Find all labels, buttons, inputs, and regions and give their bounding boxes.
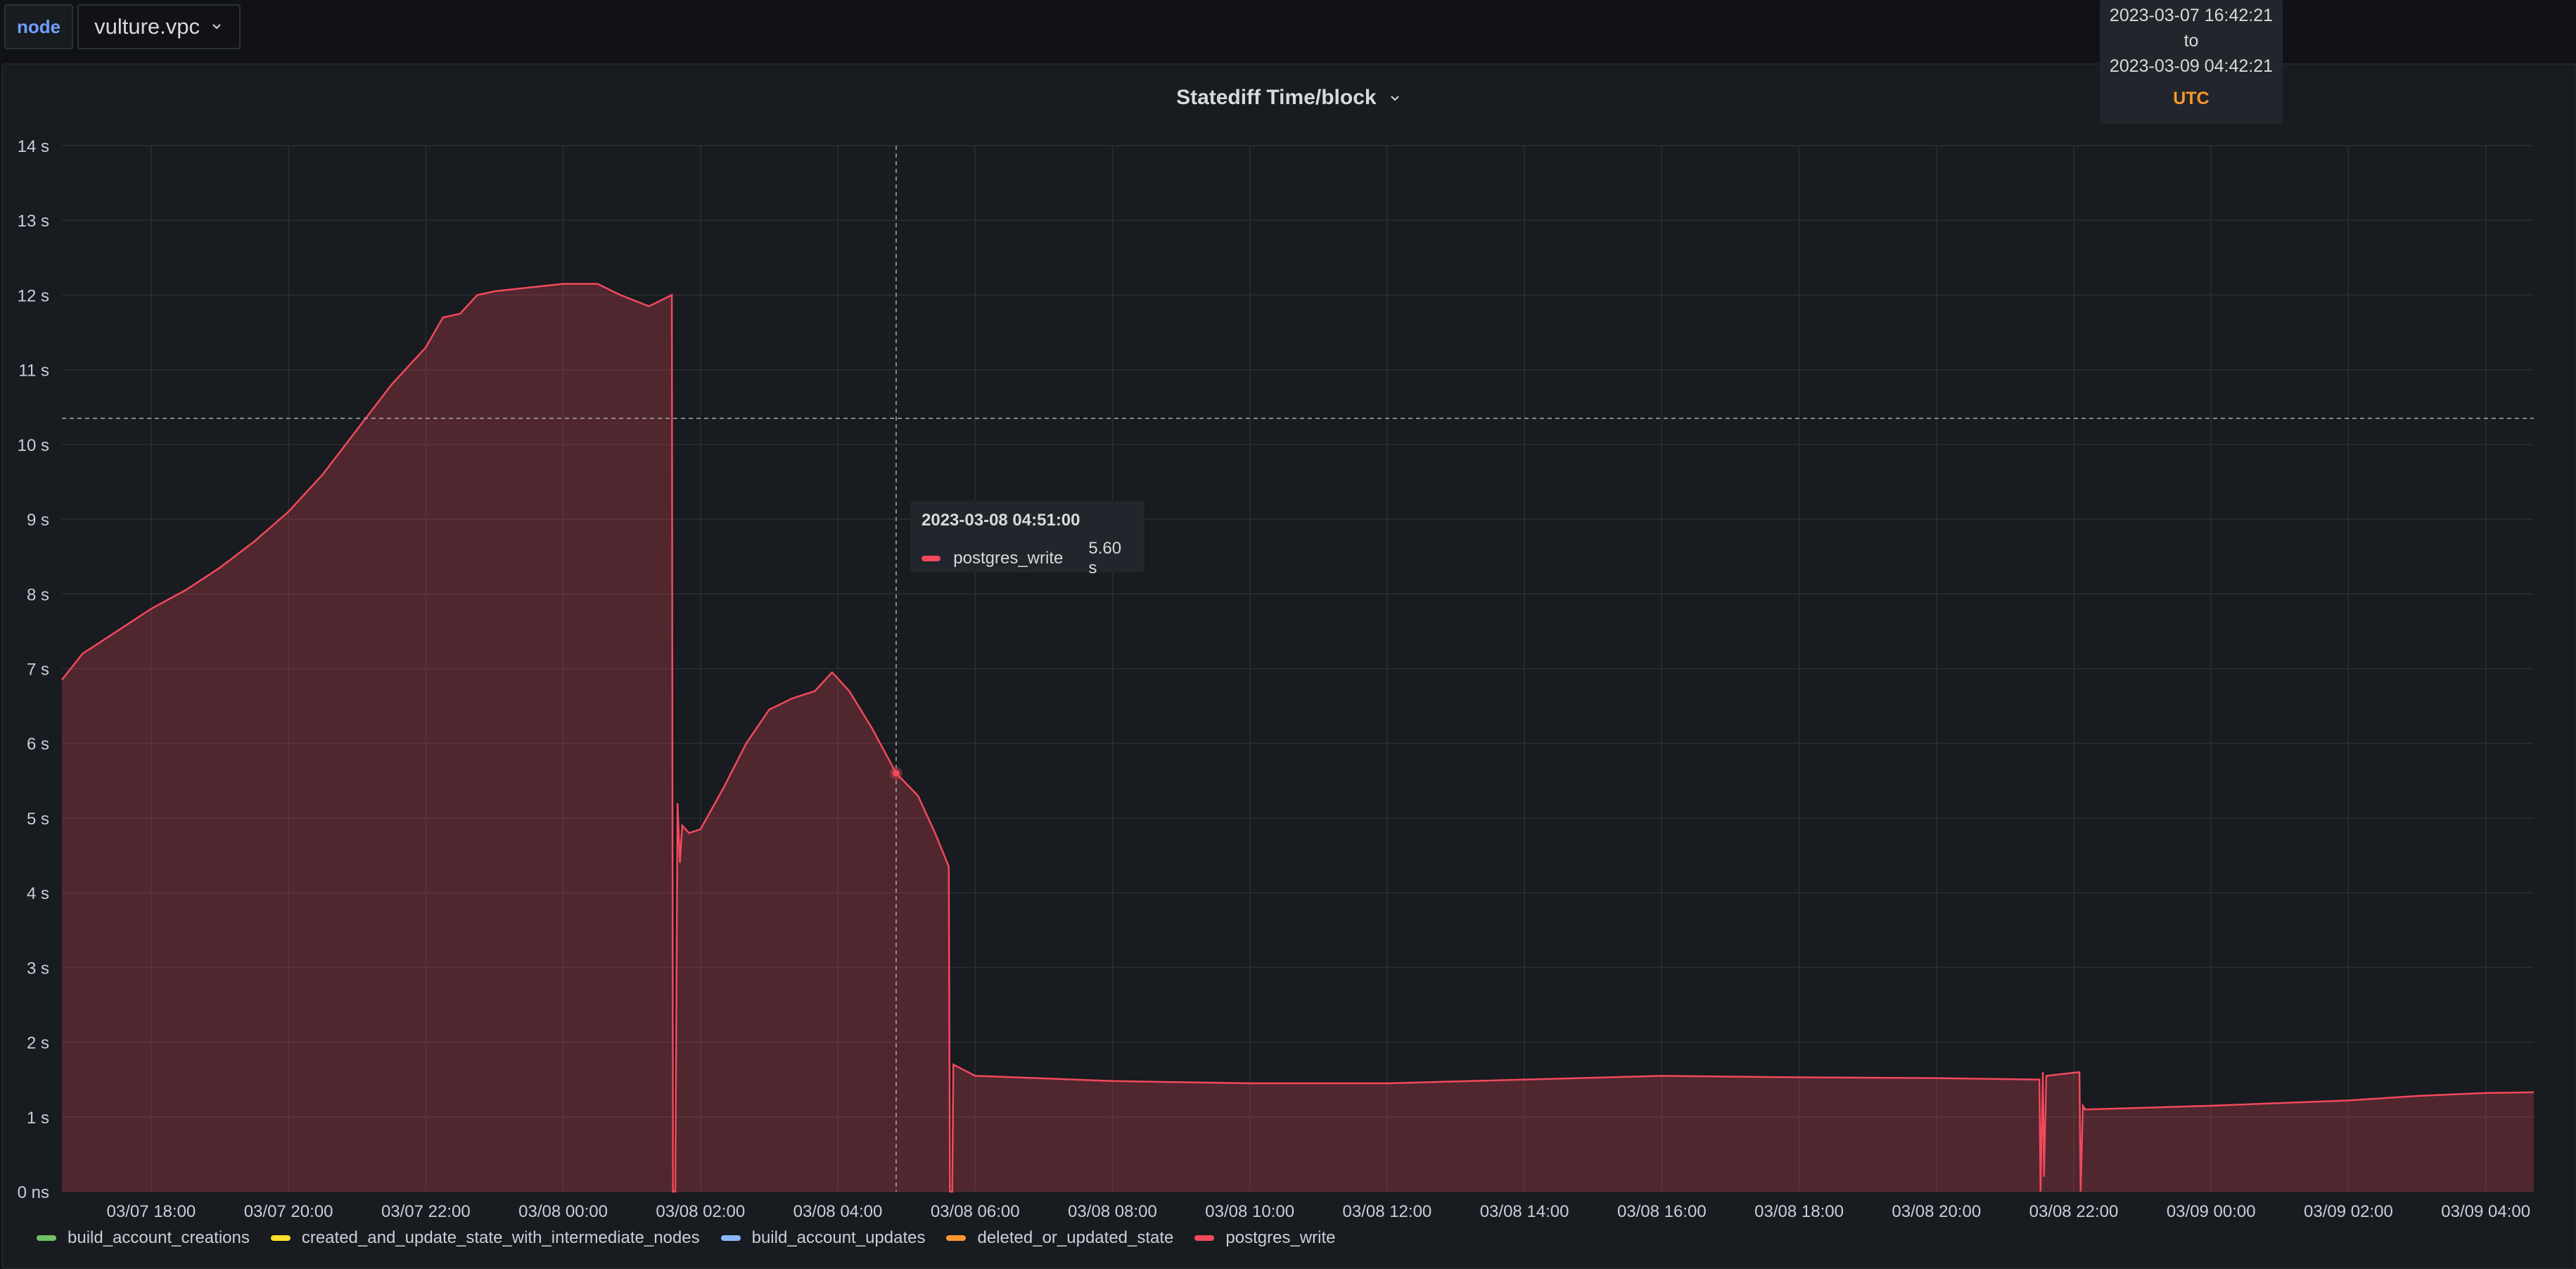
legend-swatch [1194, 1235, 1215, 1241]
time-range-sep: to [2183, 31, 2199, 51]
chevron-down-icon [212, 24, 221, 30]
x-tick-label: 03/07 18:00 [106, 1202, 196, 1221]
x-tick-label: 03/08 16:00 [1617, 1202, 1707, 1221]
legend-label: created_and_update_state_with_intermedia… [301, 1228, 700, 1247]
legend-label: build_account_creations [68, 1228, 250, 1247]
x-tick-label: 03/09 00:00 [2167, 1202, 2256, 1221]
time-series-chart[interactable]: 0 ns 1 s 2 s 3 s 4 s 5 s 6 s 7 s 8 s 9 s 10 s 11 s 1… [3, 65, 2575, 1268]
tooltip-value: 5.60 s [1088, 539, 1122, 578]
legend-item[interactable]: build_account_updates [720, 1228, 926, 1248]
y-tick-label: 12 s [18, 286, 49, 305]
hover-tooltip: 2023-03-08 04:51:00 postgres_write 5.60 … [910, 501, 1144, 578]
x-tick-label: 03/08 18:00 [1754, 1202, 1844, 1221]
variable-bar: node vulture.vpc [0, 0, 241, 63]
x-tick-label: 03/08 08:00 [1068, 1202, 1157, 1221]
y-tick-label: 2 s [27, 1034, 49, 1053]
hover-point [892, 770, 900, 777]
y-tick-label: 9 s [27, 511, 49, 530]
x-tick-label: 03/08 02:00 [656, 1202, 745, 1221]
y-tick-label: 10 s [18, 436, 49, 455]
legend-swatch [946, 1235, 967, 1241]
y-tick-label: 7 s [27, 661, 49, 680]
graph-panel: 0 ns 1 s 2 s 3 s 4 s 5 s 6 s 7 s 8 s 9 s 10 s 11 s 1… [1, 63, 2576, 1269]
legend-item[interactable]: created_and_update_state_with_intermedia… [270, 1228, 700, 1248]
legend-item[interactable]: build_account_creations [37, 1228, 250, 1248]
y-tick-label: 11 s [18, 362, 49, 381]
x-tick-label: 03/08 20:00 [1892, 1202, 1981, 1221]
legend-label: postgres_write [1225, 1228, 1336, 1247]
y-tick-label: 5 s [27, 810, 49, 829]
y-tick-label: 6 s [27, 735, 49, 754]
y-tick-label: 3 s [27, 959, 49, 978]
x-tick-label: 03/08 04:00 [793, 1202, 883, 1221]
time-range-to: 2023-03-09 04:42:21 [2109, 56, 2274, 76]
y-tick-label: 1 s [27, 1109, 49, 1128]
x-tick-label: 03/08 06:00 [931, 1202, 1020, 1221]
series-color-swatch [922, 556, 941, 561]
y-tick-label: 13 s [18, 212, 49, 231]
x-tick-label: 03/09 04:00 [2441, 1202, 2530, 1221]
x-tick-label: 03/08 12:00 [1342, 1202, 1432, 1221]
series-area [62, 283, 2534, 1192]
legend-swatch [720, 1235, 741, 1241]
time-range-tooltip: 2023-03-07 16:42:21 to 2023-03-09 04:42:… [2100, 0, 2283, 124]
legend-item[interactable]: postgres_write [1194, 1228, 1335, 1248]
panel-title-text: Statediff Time/block [1176, 86, 1377, 109]
legend-label: build_account_updates [751, 1228, 926, 1247]
node-variable-select[interactable]: vulture.vpc [77, 4, 241, 49]
y-tick-label: 0 ns [18, 1183, 49, 1202]
legend-item[interactable]: deleted_or_updated_state [946, 1228, 1173, 1248]
chevron-down-icon [1391, 96, 1399, 101]
legend-swatch [270, 1235, 291, 1241]
time-range-timezone: UTC [2173, 89, 2210, 108]
y-tick-label: 4 s [27, 884, 49, 903]
x-tick-label: 03/08 22:00 [2029, 1202, 2119, 1221]
y-tick-label: 8 s [27, 585, 49, 604]
x-tick-label: 03/08 00:00 [518, 1202, 608, 1221]
time-range-from: 2023-03-07 16:42:21 [2109, 6, 2274, 25]
tooltip-timestamp: 2023-03-08 04:51:00 [922, 511, 1080, 530]
x-tick-label: 03/08 10:00 [1205, 1202, 1294, 1221]
tooltip-series-name: postgres_write [953, 549, 1064, 568]
y-tick-label: 14 s [18, 137, 49, 156]
node-variable-value: vulture.vpc [94, 14, 200, 39]
tooltip-row: postgres_write 5.60 s [922, 539, 1133, 578]
x-tick-label: 03/08 14:00 [1480, 1202, 1569, 1221]
legend-label: deleted_or_updated_state [977, 1228, 1174, 1247]
legend-swatch [37, 1235, 56, 1241]
x-tick-label: 03/09 02:00 [2304, 1202, 2393, 1221]
variable-label: node [4, 4, 74, 49]
legend: build_account_creations created_and_updat… [37, 1228, 1335, 1248]
x-tick-label: 03/07 20:00 [244, 1202, 333, 1221]
x-tick-label: 03/07 22:00 [381, 1202, 471, 1221]
